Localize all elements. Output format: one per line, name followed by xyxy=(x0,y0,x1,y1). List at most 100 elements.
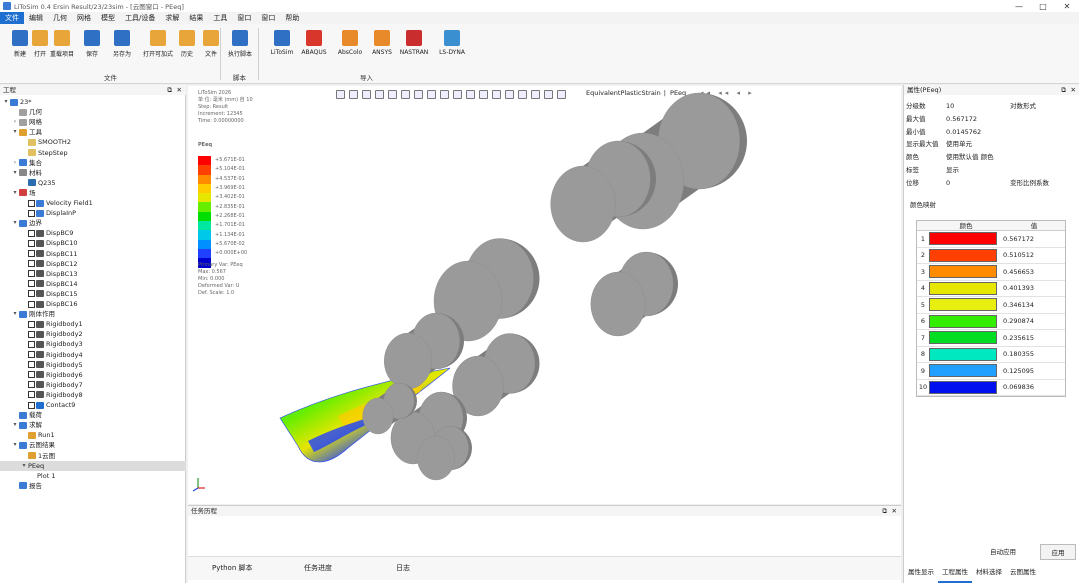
checkbox[interactable] xyxy=(28,300,35,308)
tree-item[interactable]: ▾ 材料 xyxy=(0,168,186,178)
tree-item[interactable]: Rigidbody7 xyxy=(0,380,186,390)
property-row[interactable]: 最小值 0.0145762 xyxy=(906,127,1078,138)
menu-item-3[interactable]: 网格 xyxy=(72,12,96,24)
menu-item-6[interactable]: 求解 xyxy=(160,12,184,24)
run-script-button[interactable]: 执行脚本 xyxy=(226,30,254,58)
tab-properties-2[interactable]: 材料选择 xyxy=(972,561,1006,583)
tab-task-progress[interactable]: 任务进度 xyxy=(296,561,340,575)
checkbox[interactable] xyxy=(28,290,35,298)
expand-toggle-icon[interactable]: › xyxy=(11,158,19,168)
expand-toggle-icon[interactable]: ▾ xyxy=(2,97,10,107)
model-view[interactable] xyxy=(188,86,901,504)
property-value[interactable]: 显示 xyxy=(946,165,959,176)
checkbox[interactable] xyxy=(28,330,35,338)
expand-toggle-icon[interactable]: ▾ xyxy=(11,188,19,198)
import-button-0[interactable]: LiToSim xyxy=(268,30,296,56)
menu-item-1[interactable]: 编辑 xyxy=(24,12,48,24)
property-value[interactable]: 0.567172 xyxy=(946,114,977,125)
color-map-row[interactable]: 1 0.567172 xyxy=(917,231,1065,248)
color-map-row[interactable]: 5 0.346134 xyxy=(917,297,1065,314)
roll-stand3-upper-face[interactable] xyxy=(550,165,616,243)
property-row[interactable]: 最大值 0.567172 xyxy=(906,114,1078,125)
checkbox[interactable] xyxy=(28,270,35,278)
property-extra[interactable]: 变形比例系数 xyxy=(1010,178,1049,189)
property-value[interactable]: 10 xyxy=(946,101,954,112)
color-swatch[interactable] xyxy=(929,248,997,262)
checkbox[interactable] xyxy=(28,371,35,379)
checkbox[interactable] xyxy=(28,320,35,328)
close-icon[interactable]: ✕ xyxy=(1071,85,1076,95)
property-value[interactable]: 使用默认值 颜色 xyxy=(946,152,994,163)
roll-stand1-upper-face[interactable] xyxy=(383,332,432,390)
tree-item[interactable]: DispBC15 xyxy=(0,289,186,299)
tree-item[interactable]: ▾ 23* xyxy=(0,97,186,107)
tree-item[interactable]: ▾ 边界 xyxy=(0,218,186,228)
menu-item-2[interactable]: 几何 xyxy=(48,12,72,24)
color-map-row[interactable]: 7 0.235615 xyxy=(917,330,1065,347)
tree-item[interactable]: Run1 xyxy=(0,430,186,440)
tree-item[interactable]: SMOOTH2 xyxy=(0,137,186,147)
property-value[interactable]: 0.0145762 xyxy=(946,127,981,138)
color-swatch[interactable] xyxy=(929,380,997,394)
float-icon[interactable]: ⧉ xyxy=(1061,85,1066,95)
tab-properties-1[interactable]: 工程属性 xyxy=(938,561,972,583)
tab-log[interactable]: 日志 xyxy=(388,561,418,575)
tree-item[interactable]: Rigidbody1 xyxy=(0,319,186,329)
tree-item[interactable]: ▾ 刚体作用 xyxy=(0,309,186,319)
checkbox[interactable] xyxy=(28,199,35,207)
row-value[interactable]: 0.510512 xyxy=(1003,251,1065,259)
tree-item[interactable]: DispBC11 xyxy=(0,249,186,259)
expand-toggle-icon[interactable]: ▾ xyxy=(11,127,19,137)
tree-item[interactable]: Rigidbody3 xyxy=(0,339,186,349)
import-button-2[interactable]: AbsColo xyxy=(336,30,364,56)
import-button-1[interactable]: ABAQUS xyxy=(300,30,328,56)
menu-item-5[interactable]: 工具/设备 xyxy=(120,12,160,24)
property-row[interactable]: 标签 显示 xyxy=(906,165,1078,176)
checkbox[interactable] xyxy=(28,229,35,237)
tree-item[interactable]: DisplaInP xyxy=(0,208,186,218)
row-value[interactable]: 0.180355 xyxy=(1003,350,1065,358)
close-icon[interactable]: ✕ xyxy=(177,85,182,95)
expand-toggle-icon[interactable]: ▾ xyxy=(11,309,19,319)
property-row[interactable]: 位移 0 变形比例系数 xyxy=(906,178,1078,189)
row-value[interactable]: 0.235615 xyxy=(1003,334,1065,342)
color-map-row[interactable]: 6 0.290874 xyxy=(917,314,1065,330)
color-map-row[interactable]: 2 0.510512 xyxy=(917,248,1065,264)
expand-toggle-icon[interactable]: ▾ xyxy=(20,461,28,471)
tab-properties-0[interactable]: 属性显示 xyxy=(904,561,938,583)
expand-toggle-icon[interactable]: ▾ xyxy=(11,420,19,430)
row-value[interactable]: 0.456653 xyxy=(1003,268,1065,276)
checkbox[interactable] xyxy=(28,260,35,268)
maximize-button[interactable]: □ xyxy=(1031,0,1055,12)
import-button-3[interactable]: ANSYS xyxy=(368,30,396,56)
tree-item[interactable]: Rigidbody2 xyxy=(0,329,186,339)
menu-item-8[interactable]: 工具 xyxy=(208,12,232,24)
color-swatch[interactable] xyxy=(929,232,997,246)
color-swatch[interactable] xyxy=(929,298,997,312)
checkbox[interactable] xyxy=(28,381,35,389)
color-map-row[interactable]: 9 0.125095 xyxy=(917,363,1065,380)
menu-item-7[interactable]: 结果 xyxy=(184,12,208,24)
checkbox[interactable] xyxy=(28,351,35,358)
roll-guide-face[interactable] xyxy=(417,435,455,481)
color-map-row[interactable]: 4 0.401393 xyxy=(917,281,1065,297)
expand-toggle-icon[interactable]: › xyxy=(11,117,19,127)
row-value[interactable]: 0.069836 xyxy=(1003,383,1065,391)
expand-toggle-icon[interactable]: ▾ xyxy=(11,218,19,228)
color-swatch[interactable] xyxy=(929,331,997,345)
roll-stand1-collar-face[interactable] xyxy=(362,397,394,435)
expand-toggle-icon[interactable]: ▾ xyxy=(11,440,19,450)
tree-item[interactable]: 1云图 xyxy=(0,451,186,461)
tree-item[interactable]: ▾ PEeq xyxy=(0,460,186,471)
color-swatch[interactable] xyxy=(929,347,997,361)
row-value[interactable]: 0.346134 xyxy=(1003,301,1065,309)
float-icon[interactable]: ⧉ xyxy=(167,85,172,95)
row-value[interactable]: 0.290874 xyxy=(1003,317,1065,325)
tree-item[interactable]: › 网格 xyxy=(0,117,186,127)
tree-item[interactable]: 几何 xyxy=(0,107,186,117)
property-row[interactable]: 显示最大值 使用单元 xyxy=(906,139,1078,150)
checkbox[interactable] xyxy=(28,209,35,217)
menu-item-0[interactable]: 文件 xyxy=(0,12,24,24)
checkbox[interactable] xyxy=(28,340,35,348)
tree-item[interactable]: Rigidbody6 xyxy=(0,370,186,380)
